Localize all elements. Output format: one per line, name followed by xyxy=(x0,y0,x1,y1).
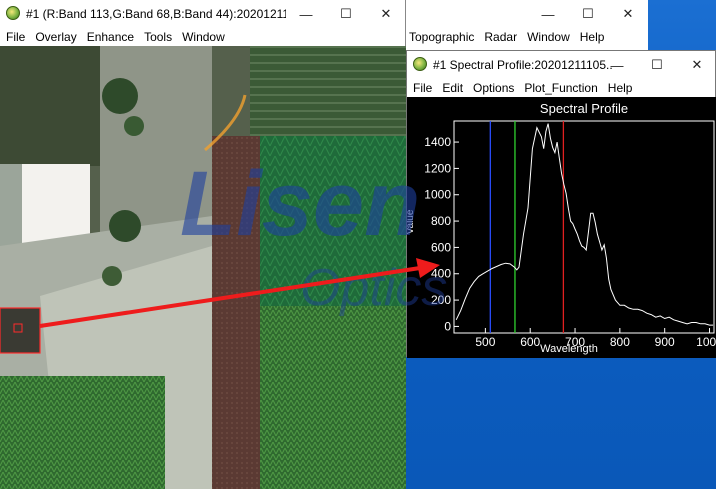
x-tick-label: 500 xyxy=(475,335,495,349)
envi-app-icon xyxy=(413,57,427,71)
y-tick-label: 800 xyxy=(431,214,451,228)
y-tick-label: 1200 xyxy=(424,161,451,175)
menu-file[interactable]: File xyxy=(6,30,25,44)
image-minimize-button[interactable]: — xyxy=(286,0,326,28)
main-maximize-button[interactable]: ☐ xyxy=(568,0,608,28)
field-rows xyxy=(250,46,406,136)
x-tick-label: 600 xyxy=(520,335,540,349)
main-app-window: — ☐ ✕ Topographic Radar Window Help xyxy=(406,0,648,50)
minimize-icon: — xyxy=(610,57,624,73)
y-axis-label: Value xyxy=(407,209,416,234)
x-tick-label: 1000 xyxy=(696,335,716,349)
menu-options[interactable]: Options xyxy=(473,81,514,95)
menu-window[interactable]: Window xyxy=(527,30,570,44)
aerial-scene xyxy=(0,46,406,489)
spectral-menubar: File Edit Options Plot_Function Help xyxy=(407,79,715,97)
menu-tools[interactable]: Tools xyxy=(144,30,172,44)
spectral-plot-area[interactable]: Spectral Profile Value Wavelength 500 600… xyxy=(407,97,716,358)
envi-app-icon xyxy=(6,6,20,20)
crop-field-south xyxy=(260,306,406,489)
y-tick-label: 1000 xyxy=(424,188,451,202)
main-menubar: Topographic Radar Window Help xyxy=(406,28,648,46)
menu-enhance[interactable]: Enhance xyxy=(87,30,134,44)
y-tick-label: 0 xyxy=(444,319,451,333)
maximize-icon: ☐ xyxy=(651,57,663,72)
spectral-window-title: #1 Spectral Profile:20201211105... xyxy=(433,58,613,72)
main-minimize-button[interactable]: — xyxy=(528,0,568,28)
image-window-titlebar: #1 (R:Band 113,G:Band 68,B:Band 44):2020… xyxy=(0,0,405,28)
menu-radar[interactable]: Radar xyxy=(484,30,517,44)
menu-help[interactable]: Help xyxy=(608,81,633,95)
spectral-profile-chart: Spectral Profile Value Wavelength 500 600… xyxy=(407,101,716,355)
image-window-title: #1 (R:Band 113,G:Band 68,B:Band 44):2020… xyxy=(26,7,286,21)
spectral-profile-window: #1 Spectral Profile:20201211105... — ☐ ✕… xyxy=(406,50,716,358)
x-tick-label: 900 xyxy=(655,335,675,349)
spectrum-line xyxy=(455,123,714,326)
minimize-icon: — xyxy=(299,6,313,22)
plot-frame xyxy=(453,120,715,334)
menu-file[interactable]: File xyxy=(413,81,432,95)
menu-help[interactable]: Help xyxy=(580,30,605,44)
close-icon: ✕ xyxy=(380,6,392,21)
menu-overlay[interactable]: Overlay xyxy=(35,30,76,44)
spectral-maximize-button[interactable]: ☐ xyxy=(637,51,677,79)
x-tick-label: 800 xyxy=(610,335,630,349)
soil-strip xyxy=(212,136,260,489)
close-icon: ✕ xyxy=(622,6,634,21)
vegetation-area xyxy=(0,46,100,166)
image-window: #1 (R:Band 113,G:Band 68,B:Band 44):2020… xyxy=(0,0,406,489)
y-tick-label: 600 xyxy=(431,240,451,254)
image-close-button[interactable]: ✕ xyxy=(366,0,406,28)
spectral-minimize-button[interactable]: — xyxy=(597,51,637,79)
image-menubar: File Overlay Enhance Tools Window xyxy=(0,28,405,46)
spectral-close-button[interactable]: ✕ xyxy=(677,51,716,79)
y-tick-label: 400 xyxy=(431,267,451,281)
crop-field xyxy=(260,136,406,306)
image-maximize-button[interactable]: ☐ xyxy=(326,0,366,28)
maximize-icon: ☐ xyxy=(340,6,352,21)
y-tick-label: 1400 xyxy=(424,135,451,149)
minimize-icon: — xyxy=(541,6,555,22)
hyperspectral-image-view[interactable] xyxy=(0,46,406,489)
menu-window[interactable]: Window xyxy=(182,30,225,44)
close-icon: ✕ xyxy=(691,57,703,72)
chart-title: Spectral Profile xyxy=(540,101,628,116)
menu-edit[interactable]: Edit xyxy=(442,81,463,95)
main-close-button[interactable]: ✕ xyxy=(608,0,648,28)
y-tick-label: 200 xyxy=(431,293,451,307)
spectral-window-titlebar: #1 Spectral Profile:20201211105... — ☐ ✕ xyxy=(407,51,715,79)
menu-plot-function[interactable]: Plot_Function xyxy=(524,81,597,95)
main-window-titlebar: — ☐ ✕ xyxy=(406,0,648,28)
menu-topographic[interactable]: Topographic xyxy=(409,30,474,44)
x-tick-label: 700 xyxy=(565,335,585,349)
maximize-icon: ☐ xyxy=(582,6,594,21)
